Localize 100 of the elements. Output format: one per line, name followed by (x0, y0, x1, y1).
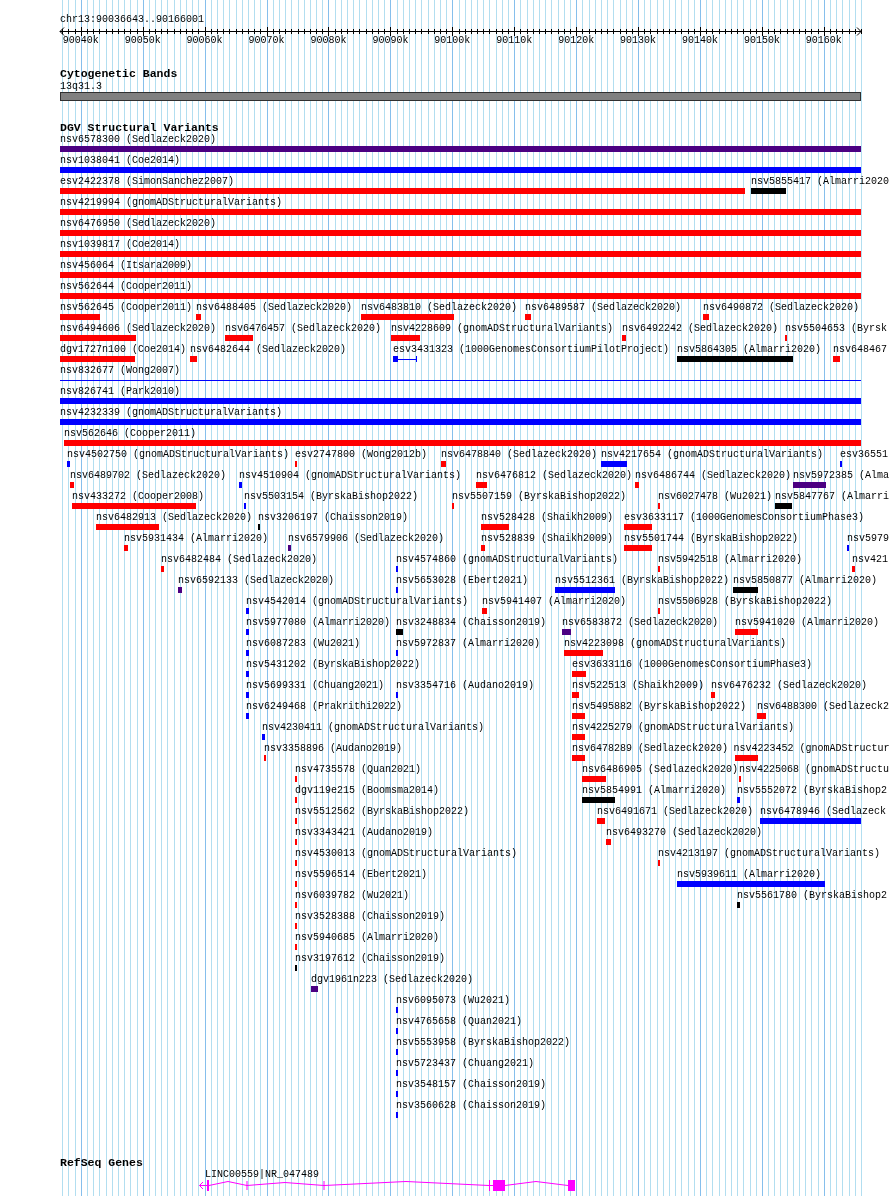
variant-label: nsv4510904 (gnomADStructuralVariants) (239, 471, 462, 481)
variant-label: nsv1038041 (Coe2014) (60, 156, 181, 166)
variant-label: esv3431323 (1000GenomesConsortiumPilotProject) (393, 345, 670, 355)
variant-label: nsv5855417 (Almarri2020 (751, 177, 890, 187)
variant-label: nsv6578300 (Sedlazeck2020) (60, 135, 217, 145)
ruler-tick-label: 90060k (186, 36, 223, 46)
gene-model-drawing[interactable] (199, 1180, 575, 1191)
variant-label: nsv6489587 (Sedlazeck2020) (525, 303, 682, 313)
variant-label: nsv6476232 (Sedlazeck2020) (711, 681, 868, 691)
variant-label: dgv1961n223 (Sedlazeck2020) (311, 975, 474, 985)
variant-label: nsv3206197 (Chaisson2019) (258, 513, 409, 523)
variant-label: nsv5972837 (Almarri2020) (396, 639, 541, 649)
ruler-tick-label: 90140k (682, 36, 718, 46)
variant-label: nsv3248834 (Chaisson2019) (396, 618, 547, 628)
variant-bar[interactable] (393, 356, 417, 362)
variant-label: nsv4230411 (gnomADStructuralVariants) (262, 723, 485, 733)
variant-label: nsv4232339 (gnomADStructuralVariants) (60, 408, 283, 418)
variant-label: nsv6488405 (Sedlazeck2020) (196, 303, 353, 313)
variant-label: nsv5503154 (ByrskaBishop2022) (244, 492, 419, 502)
ruler-tick-label: 90130k (620, 36, 657, 46)
variant-label: nsv4223452 (gnomADStructur (733, 744, 890, 754)
variant-label: nsv5507159 (ByrskaBishop2022) (452, 492, 627, 502)
variant-label: nsv6039782 (Wu2021) (295, 891, 410, 901)
variant-label: nsv6488300 (Sedlazeck2 (757, 702, 890, 712)
track-title: RefSeq Genes (60, 1157, 143, 1169)
variant-label: nsv5942518 (Almarri2020) (658, 555, 803, 565)
variant-label: nsv528428 (Shaikh2009) (481, 513, 614, 523)
variant-label: nsv456064 (Itsara2009) (60, 261, 193, 271)
variant-label: nsv3343421 (Audano2019) (295, 828, 434, 838)
variant-label: nsv6087283 (Wu2021) (246, 639, 361, 649)
variant-label: nsv4530013 (gnomADStructuralVariants) (295, 849, 518, 859)
variant-label: nsv5699331 (Chuang2021) (246, 681, 385, 691)
variant-label: nsv6095073 (Wu2021) (396, 996, 511, 1006)
ruler-tick-label: 90070k (248, 36, 285, 46)
variant-label: nsv6482644 (Sedlazeck2020) (190, 345, 347, 355)
variant-label: esv2747800 (Wong2012b) (295, 450, 428, 460)
track-title: DGV Structural Variants (60, 122, 219, 134)
variant-label: nsv6478289 (Sedlazeck2020) (572, 744, 729, 754)
variant-label: nsv4217654 (gnomADStructuralVariants) (601, 450, 824, 460)
ruler-tick-label: 90080k (310, 36, 347, 46)
variant-label: nsv6493270 (Sedlazeck2020) (606, 828, 763, 838)
variant-label: nsv6592133 (Sedlazeck2020) (178, 576, 335, 586)
variant-label: nsv3358896 (Audano2019) (264, 744, 403, 754)
variant-label: nsv5977080 (Almarri2020) (246, 618, 391, 628)
variant-label: nsv6583872 (Sedlazeck2020) (562, 618, 719, 628)
variant-label: nsv5553958 (ByrskaBishop2022) (396, 1038, 571, 1048)
variant-label: dgv1727n100 (Coe2014) (60, 345, 187, 355)
variant-label: nsv4502750 (gnomADStructuralVariants) (67, 450, 290, 460)
variant-label: nsv6489702 (Sedlazeck2020) (70, 471, 227, 481)
variant-label: nsv4735578 (Quan2021) (295, 765, 422, 775)
variant-label: nsv528839 (Shaikh2009) (481, 534, 614, 544)
variant-label: nsv3528388 (Chaisson2019) (295, 912, 446, 922)
variant-label: nsv6579906 (Sedlazeck2020) (288, 534, 445, 544)
location-label: chr13:90036643..90166001 (60, 15, 205, 25)
variant-label: nsv4225068 (gnomADStructu (739, 765, 890, 775)
variant-label: nsv5501744 (ByrskaBishop2022) (624, 534, 799, 544)
variant-label: nsv522513 (Shaikh2009) (572, 681, 705, 691)
variant-label: nsv5941020 (Almarri2020) (735, 618, 880, 628)
ruler-tick-label: 90050k (124, 36, 161, 46)
ruler-tick-label: 90100k (434, 36, 471, 46)
variant-label: nsv6483810 (Sedlazeck2020) (361, 303, 518, 313)
variant-label: nsv6482913 (Sedlazeck2020) (96, 513, 253, 523)
variant-label: nsv4542014 (gnomADStructuralVariants) (246, 597, 469, 607)
variant-label: nsv5940685 (Almarri2020) (295, 933, 440, 943)
variant-label: nsv5596514 (Ebert2021) (295, 870, 428, 880)
variant-label: nsv5972385 (Alma (793, 471, 889, 481)
variant-label: nsv5552072 (ByrskaBishop2 (737, 786, 888, 796)
variant-label: nsv4219994 (gnomADStructuralVariants) (60, 198, 283, 208)
variant-label: dgv119e215 (Boomsma2014) (295, 786, 440, 796)
variant-label: esv3633117 (1000GenomesConsortiumPhase3) (624, 513, 865, 523)
variant-label: nsv562644 (Cooper2011) (60, 282, 193, 292)
variant-label: nsv6478946 (Sedlazeck (760, 807, 887, 817)
variant-line[interactable] (60, 380, 861, 381)
variant-label: nsv6491671 (Sedlazeck2020) (597, 807, 754, 817)
variant-label: nsv4574860 (gnomADStructuralVariants) (396, 555, 619, 565)
variant-label: nsv562646 (Cooper2011) (64, 429, 197, 439)
variant-label: nsv5495882 (ByrskaBishop2022) (572, 702, 747, 712)
ruler-tick-label: 90040k (62, 36, 99, 46)
variant-label: esv2422378 (SimonSanchez2007) (60, 177, 235, 187)
variant-label: nsv433272 (Cooper2008) (72, 492, 205, 502)
ruler-tick-label: 90120k (558, 36, 595, 46)
variant-label: nsv5512361 (ByrskaBishop2022) (555, 576, 730, 586)
variant-label: nsv562645 (Cooper2011) (60, 303, 193, 313)
variant-label: nsv5561780 (ByrskaBishop2 (737, 891, 888, 901)
variant-label: nsv6494606 (Sedlazeck2020) (60, 324, 217, 334)
variant-label: nsv5854991 (Almarri2020) (582, 786, 727, 796)
variant-label: esv36551 (840, 450, 888, 460)
variant-label: nsv4223098 (gnomADStructuralVariants) (564, 639, 787, 649)
band-label: 13q31.3 (60, 82, 102, 92)
variant-label: nsv6476950 (Sedlazeck2020) (60, 219, 217, 229)
variant-label: nsv6249468 (Prakrithi2022) (246, 702, 403, 712)
variant-label: nsv6490872 (Sedlazeck2020) (703, 303, 860, 313)
variant-label: nsv5512562 (ByrskaBishop2022) (295, 807, 470, 817)
variant-label: nsv648467 (833, 345, 887, 355)
variant-label: nsv4228609 (gnomADStructuralVariants) (391, 324, 614, 334)
variant-label: nsv5653028 (Ebert2021) (396, 576, 529, 586)
track-title: Cytogenetic Bands (60, 68, 178, 80)
variant-label: nsv5979 (847, 534, 889, 544)
variant-label: nsv6486905 (Sedlazeck2020) (582, 765, 739, 775)
variant-label: nsv3197612 (Chaisson2019) (295, 954, 446, 964)
